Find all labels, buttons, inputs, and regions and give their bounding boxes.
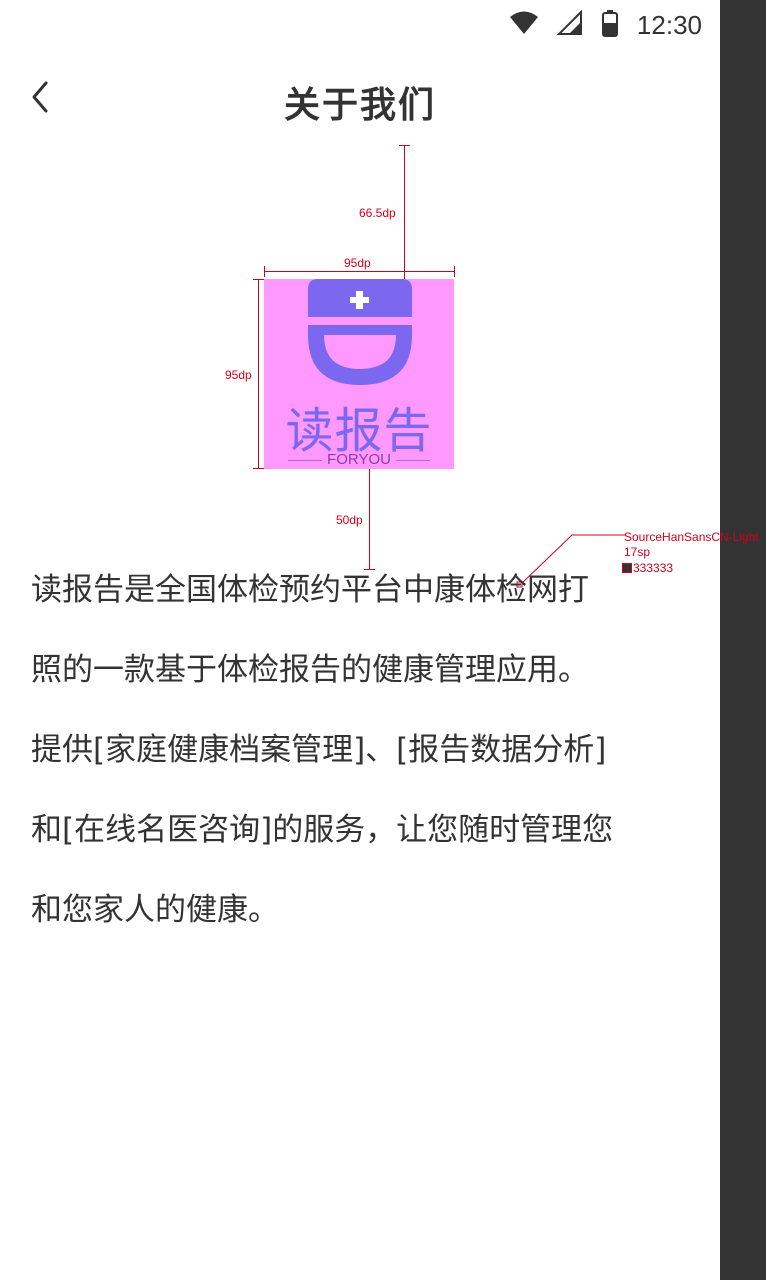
- battery-icon: [601, 9, 619, 41]
- height-line: [258, 279, 259, 469]
- width-cap-left: [264, 266, 265, 277]
- status-icons: 12:30: [509, 8, 702, 42]
- nav-bar: 关于我们: [0, 62, 720, 136]
- description-line-4: 和[在线名医咨询]的服务，让您随时管理您: [31, 812, 614, 848]
- nurse-cap-icon: [308, 279, 412, 389]
- status-time: 12:30: [636, 9, 702, 40]
- logo-sub-divider-right: [396, 460, 430, 461]
- width-line: [264, 271, 454, 272]
- height-cap-top: [253, 279, 264, 280]
- description-line-5: 和您家人的健康。: [31, 892, 279, 928]
- wifi-icon: [509, 10, 539, 40]
- page-title: 关于我们: [283, 85, 436, 126]
- description-line-1: 读报告是全国体检预约平台中康体检网打: [31, 572, 589, 608]
- height-label: 95dp: [225, 368, 252, 382]
- width-cap-right: [454, 266, 455, 277]
- top-spacing-label: 66.5dp: [359, 206, 396, 220]
- height-cap-bottom: [253, 468, 264, 469]
- top-spacing-cap: [399, 145, 410, 146]
- right-edge-strip: [720, 0, 766, 1280]
- app-logo: 读报告 FORYOU: [264, 279, 454, 469]
- status-bar: 12:30: [0, 0, 720, 50]
- signal-icon: [556, 9, 583, 40]
- width-label: 95dp: [344, 256, 371, 270]
- about-description: 读报告是全国体检预约平台中康体检网打 照的一款基于体检报告的健康管理应用。 提供…: [31, 550, 691, 950]
- font-name-label: SourceHanSansCN-Light: [624, 530, 759, 544]
- description-line-2: 照的一款基于体检报告的健康管理应用。: [31, 652, 589, 688]
- top-spacing-line: [404, 145, 405, 279]
- bottom-spacing-label: 50dp: [336, 513, 363, 527]
- description-line-3: 提供[家庭健康档案管理]、[报告数据分析]: [31, 732, 607, 768]
